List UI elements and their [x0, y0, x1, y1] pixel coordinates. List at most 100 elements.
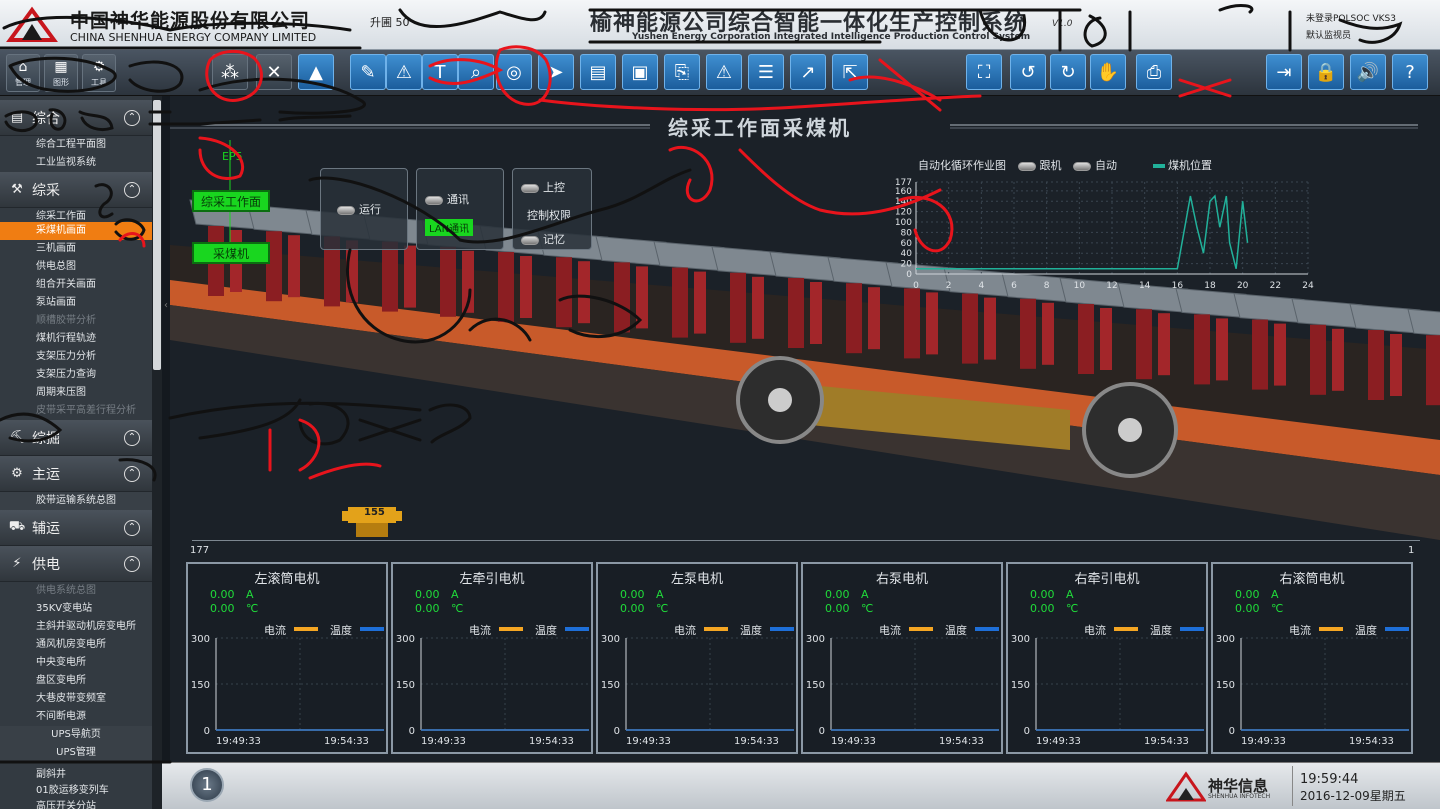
- nav-item[interactable]: 盘区变电所: [0, 672, 152, 690]
- y-tick-label: 300: [601, 634, 620, 645]
- table-button[interactable]: ▤: [580, 54, 616, 90]
- print-button[interactable]: ⎙: [1136, 54, 1172, 90]
- memory-led: [521, 235, 539, 245]
- login-status[interactable]: 未登录POLSOC VKS3: [1306, 11, 1396, 24]
- logout-button[interactable]: ⇥: [1266, 54, 1302, 90]
- nav-item[interactable]: 周期来压图: [0, 384, 152, 402]
- warning-button[interactable]: ▲: [298, 54, 334, 90]
- x-tick-label: 14: [1139, 281, 1151, 291]
- lock-button[interactable]: 🔒: [1308, 54, 1344, 90]
- y-tick-label: 100: [895, 218, 912, 228]
- time-end-label: 19:54:33: [939, 736, 984, 747]
- nav-item[interactable]: UPS管理: [0, 744, 152, 762]
- alert-button[interactable]: ⚠: [386, 54, 422, 90]
- footer-divider: [1292, 766, 1293, 806]
- forward-button[interactable]: ↻: [1050, 54, 1086, 90]
- nav-item[interactable]: 高压开关分站: [0, 798, 152, 809]
- nav-section-power[interactable]: ⚡ 供电 ⌃: [0, 546, 152, 582]
- nav-item[interactable]: 三机画面: [0, 240, 152, 258]
- manage-button[interactable]: ⌂ 管理: [6, 54, 40, 92]
- time-end-label: 19:54:33: [734, 736, 779, 747]
- comm-label: 通讯: [447, 193, 469, 206]
- motor-current-value: 0.00: [210, 588, 235, 601]
- collapse-icon[interactable]: ⌃: [124, 520, 140, 536]
- lan-comm-label: LAN通讯: [425, 219, 474, 236]
- collapse-icon[interactable]: ⌃: [124, 430, 140, 446]
- collapse-icon[interactable]: ⌃: [124, 556, 140, 572]
- face-button[interactable]: 综采工作面: [192, 190, 270, 212]
- position-min-label: 1: [1408, 545, 1415, 556]
- nav-scrollbar-thumb[interactable]: [153, 100, 161, 370]
- nav-item[interactable]: 煤机行程轨迹: [0, 330, 152, 348]
- y-tick-label: 20: [901, 260, 913, 270]
- network-button[interactable]: ⁂: [212, 54, 248, 90]
- nav-section-main-transport[interactable]: ⚙ 主运 ⌃: [0, 456, 152, 492]
- graphics-button[interactable]: ▦ 图形: [44, 54, 78, 92]
- nav-item[interactable]: 支架压力分析: [0, 348, 152, 366]
- search-icon: ⌕: [470, 61, 482, 83]
- y-tick-label: 60: [901, 239, 913, 249]
- hand-button[interactable]: ✋: [1090, 54, 1126, 90]
- nav-item[interactable]: 泵站画面: [0, 294, 152, 312]
- motor-chart: 0 150 300: [1011, 634, 1204, 736]
- dig-icon: ⛏: [8, 430, 26, 445]
- clipboard-button[interactable]: ⎘: [664, 54, 700, 90]
- x-tick-label: 2: [946, 281, 952, 291]
- nav-section-mining[interactable]: ⚒ 综采 ⌃: [0, 172, 152, 208]
- trend-button[interactable]: ↗: [790, 54, 826, 90]
- collapse-icon[interactable]: ⌃: [124, 110, 140, 126]
- header-small-label: 升圃 50: [370, 16, 410, 29]
- shearer-position-value: 155: [364, 507, 385, 518]
- tools-button[interactable]: ⚙ 工具: [82, 54, 116, 92]
- alarm-search-button[interactable]: ⚠: [706, 54, 742, 90]
- shearer-button[interactable]: 采煤机: [192, 242, 270, 264]
- page-number-button[interactable]: 1: [190, 768, 224, 802]
- clipboard-icon: ⎘: [674, 61, 690, 83]
- nav-section-dig[interactable]: ⛏ 综掘 ⌃: [0, 420, 152, 456]
- nav-item[interactable]: 中央变电所: [0, 654, 152, 672]
- time-end-label: 19:54:33: [324, 736, 369, 747]
- nav-item[interactable]: 胶带运输系统总图: [0, 492, 152, 510]
- help-button[interactable]: ?: [1392, 54, 1428, 90]
- search-button[interactable]: ⌕: [458, 54, 494, 90]
- report-search-button[interactable]: ☰: [748, 54, 784, 90]
- motor-current-unit: A: [1271, 588, 1279, 601]
- pointer-button[interactable]: ⇱: [832, 54, 868, 90]
- alert-icon: ⚠: [395, 61, 413, 83]
- nav-item[interactable]: UPS导航页: [0, 726, 152, 744]
- text-button[interactable]: T: [422, 54, 458, 90]
- comment-icon: ✎: [360, 61, 376, 83]
- time-end-label: 19:54:33: [1349, 736, 1394, 747]
- network-icon: ⁂: [221, 61, 239, 83]
- nav-item[interactable]: 组合开关画面: [0, 276, 152, 294]
- back-button[interactable]: ↺: [1010, 54, 1046, 90]
- cursor-button[interactable]: ➤: [538, 54, 574, 90]
- nav-item[interactable]: 工业监视系统: [0, 154, 152, 172]
- nav-section-overview[interactable]: ▤ 综合 ⌃: [0, 100, 152, 136]
- nav-item[interactable]: 支架压力查询: [0, 366, 152, 384]
- support-leg: [1426, 335, 1440, 406]
- sound-button[interactable]: 🔊: [1350, 54, 1386, 90]
- nav-item[interactable]: 大巷皮带变频室: [0, 690, 152, 708]
- nav-item[interactable]: 35KV变电站: [0, 600, 152, 618]
- nav-item[interactable]: 供电总图: [0, 258, 152, 276]
- company-name-cn: 中国神华能源股份有限公司: [70, 10, 311, 32]
- nav-item[interactable]: 主斜井驱动机房变电所: [0, 618, 152, 636]
- nav-section-aux-transport[interactable]: ⛟ 辅运 ⌃: [0, 510, 152, 546]
- x-tick-label: 6: [1011, 281, 1017, 291]
- fullscreen-button[interactable]: ⛶: [966, 54, 1002, 90]
- time-start-label: 19:49:33: [626, 736, 671, 747]
- follow-led: [1017, 161, 1036, 171]
- nav-item-active[interactable]: 采煤机画面: [0, 222, 152, 240]
- nav-item[interactable]: 通风机房变电所: [0, 636, 152, 654]
- nav-item[interactable]: 不间断电源: [0, 708, 152, 726]
- image-button[interactable]: ▣: [622, 54, 658, 90]
- cross-button[interactable]: ✕: [256, 54, 292, 90]
- nav-item[interactable]: 综合工程平面图: [0, 136, 152, 154]
- zoom-button[interactable]: ◎: [496, 54, 532, 90]
- collapse-icon[interactable]: ⌃: [124, 182, 140, 198]
- collapse-icon[interactable]: ⌃: [124, 466, 140, 482]
- left-nav: ▤ 综合 ⌃ 综合工程平面图 工业监视系统 ⚒ 综采 ⌃ 综采工作面 采煤机画面 三机画…: [0, 96, 162, 809]
- sound-icon: 🔊: [1356, 61, 1380, 83]
- comment-button[interactable]: ✎: [350, 54, 386, 90]
